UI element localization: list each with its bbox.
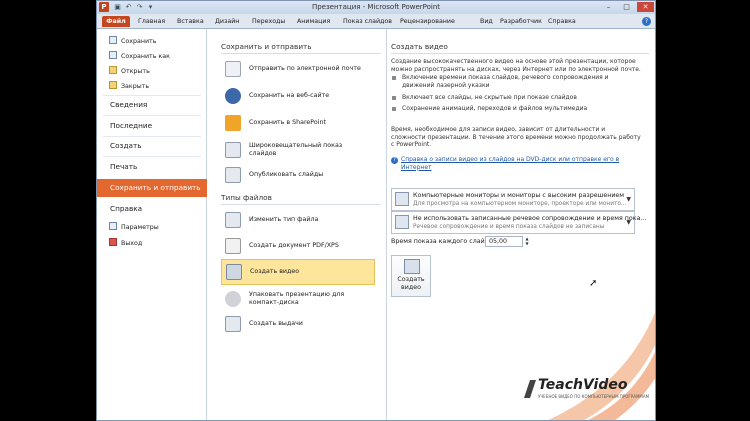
video-icon xyxy=(226,264,242,280)
tab-help[interactable]: Справка xyxy=(548,16,576,27)
cd-icon xyxy=(225,291,241,307)
change-file-type-icon xyxy=(225,212,241,228)
publish-slides-item[interactable]: Опубликовать слайды xyxy=(221,163,375,187)
window-title: Презентация - Microsoft PowerPoint xyxy=(311,3,441,11)
tab-transitions[interactable]: Переходы xyxy=(252,16,285,27)
sharepoint-icon xyxy=(225,115,241,131)
title-bar: P ▣ ↶ ↷ ▾ Презентация - Microsoft PowerP… xyxy=(97,1,655,14)
broadcast-slideshow-item[interactable]: Широковещательный показ слайдов xyxy=(221,138,375,162)
save-icon xyxy=(109,36,117,44)
section-divider xyxy=(221,53,381,54)
tab-view[interactable]: Вид xyxy=(480,16,493,27)
tab-animations[interactable]: Анимация xyxy=(297,16,330,27)
send-email-item[interactable]: Отправить по электронной почте xyxy=(221,57,375,81)
create-video-panel: Создать видео Создание высококачественно… xyxy=(387,29,655,420)
folder-open-icon xyxy=(109,66,117,74)
close-window-button[interactable]: ✕ xyxy=(637,2,654,12)
maximize-button[interactable]: □ xyxy=(618,2,635,12)
time-per-slide-input[interactable]: 05,00 xyxy=(485,236,523,247)
nav-close[interactable]: Закрыть xyxy=(109,81,149,91)
panel-title: Создать видео xyxy=(391,42,448,51)
create-handouts-item[interactable]: Создать выдачи xyxy=(221,312,375,336)
tab-design[interactable]: Дизайн xyxy=(215,16,239,27)
narration-icon xyxy=(395,215,409,229)
save-as-icon xyxy=(109,51,117,59)
section-divider xyxy=(391,53,649,54)
package-cd-item[interactable]: Упаковать презентацию для компакт-диска xyxy=(221,287,375,311)
save-web-item[interactable]: Сохранить на веб-сайте xyxy=(221,84,375,108)
video-icon xyxy=(404,259,420,274)
save-sharepoint-item[interactable]: Сохранить в SharePoint xyxy=(221,111,375,135)
options-icon xyxy=(109,222,117,230)
broadcast-icon xyxy=(225,142,241,158)
bullet-item: Включает все слайды, не скрытые при пока… xyxy=(392,94,638,102)
time-spinner[interactable]: ▲ ▼ xyxy=(524,236,530,247)
nav-help[interactable]: Справка xyxy=(110,202,142,216)
nav-options[interactable]: Параметры xyxy=(109,222,159,232)
nav-save-send[interactable]: Сохранить и отправить xyxy=(97,179,209,197)
globe-icon xyxy=(225,88,241,104)
nav-new[interactable]: Создать xyxy=(110,139,142,153)
tab-developer[interactable]: Разработчик xyxy=(500,16,542,27)
monitor-icon xyxy=(395,192,409,206)
chevron-down-icon: ▼ xyxy=(626,219,631,226)
tab-review[interactable]: Рецензирование xyxy=(400,16,455,27)
backstage-nav: Сохранить Сохранить как Открыть Закрыть … xyxy=(97,29,209,420)
nav-divider xyxy=(103,95,201,96)
handouts-icon xyxy=(225,316,241,332)
create-video-item[interactable]: Создать видео xyxy=(221,259,375,285)
email-icon xyxy=(225,61,241,77)
chevron-down-icon: ▼ xyxy=(626,196,631,203)
time-per-slide-label: Время показа каждого слайда: xyxy=(391,238,496,245)
tab-home[interactable]: Главная xyxy=(138,16,165,27)
time-note: Время, необходимое для записи видео, зав… xyxy=(391,126,641,148)
pdf-document-icon xyxy=(225,238,241,254)
minimize-button[interactable]: – xyxy=(600,2,617,12)
file-types-header: Типы файлов xyxy=(221,193,272,202)
create-pdf-item[interactable]: Создать документ PDF/XPS xyxy=(221,234,375,258)
tab-file[interactable]: Файл xyxy=(102,16,130,27)
video-help-link[interactable]: Справка о записи видео из слайдов на DVD… xyxy=(391,156,639,171)
nav-divider xyxy=(103,136,201,137)
section-divider xyxy=(221,204,381,205)
nav-divider xyxy=(103,115,201,116)
tab-insert[interactable]: Вставка xyxy=(177,16,204,27)
publish-slides-icon xyxy=(225,167,241,183)
teachvideo-logo: TeachVideo УЧЕБНОЕ ВИДЕО ПО КОМПЬЮТЕРНЫМ… xyxy=(522,375,655,405)
nav-recent[interactable]: Последние xyxy=(110,119,152,133)
bullet-item: Включение времени показа слайдов, речево… xyxy=(392,74,638,89)
teachvideo-logo-icon xyxy=(524,380,536,398)
powerpoint-window: P ▣ ↶ ↷ ▾ Презентация - Microsoft PowerP… xyxy=(96,0,656,421)
exit-icon xyxy=(109,238,117,246)
nav-exit[interactable]: Выход xyxy=(109,238,142,248)
nav-print[interactable]: Печать xyxy=(110,160,137,174)
nav-save[interactable]: Сохранить xyxy=(109,36,156,46)
save-send-header: Сохранить и отправить xyxy=(221,42,312,51)
change-file-type-item[interactable]: Изменить тип файла xyxy=(221,208,375,232)
save-send-column: Сохранить и отправить Отправить по элект… xyxy=(207,29,387,420)
nav-open[interactable]: Открыть xyxy=(109,66,150,76)
narration-dropdown[interactable]: Не использовать записанные речевое сопро… xyxy=(391,211,646,234)
help-icon[interactable]: ? xyxy=(642,17,651,26)
nav-info[interactable]: Сведения xyxy=(110,98,147,112)
quality-dropdown[interactable]: Компьютерные мониторы и мониторы с высок… xyxy=(391,188,635,211)
bullet-item: Сохранение анимаций, переходов и файлов … xyxy=(392,105,638,113)
tab-slide-show[interactable]: Показ слайдов xyxy=(343,16,392,27)
ribbon-tabs: Файл Главная Вставка Дизайн Переходы Ани… xyxy=(97,14,655,29)
create-video-button[interactable]: Создать видео xyxy=(391,255,431,297)
folder-close-icon xyxy=(109,81,117,89)
panel-description: Создание высококачественного видео на ос… xyxy=(391,58,641,73)
nav-save-as[interactable]: Сохранить как xyxy=(109,51,170,61)
nav-divider xyxy=(103,156,201,157)
